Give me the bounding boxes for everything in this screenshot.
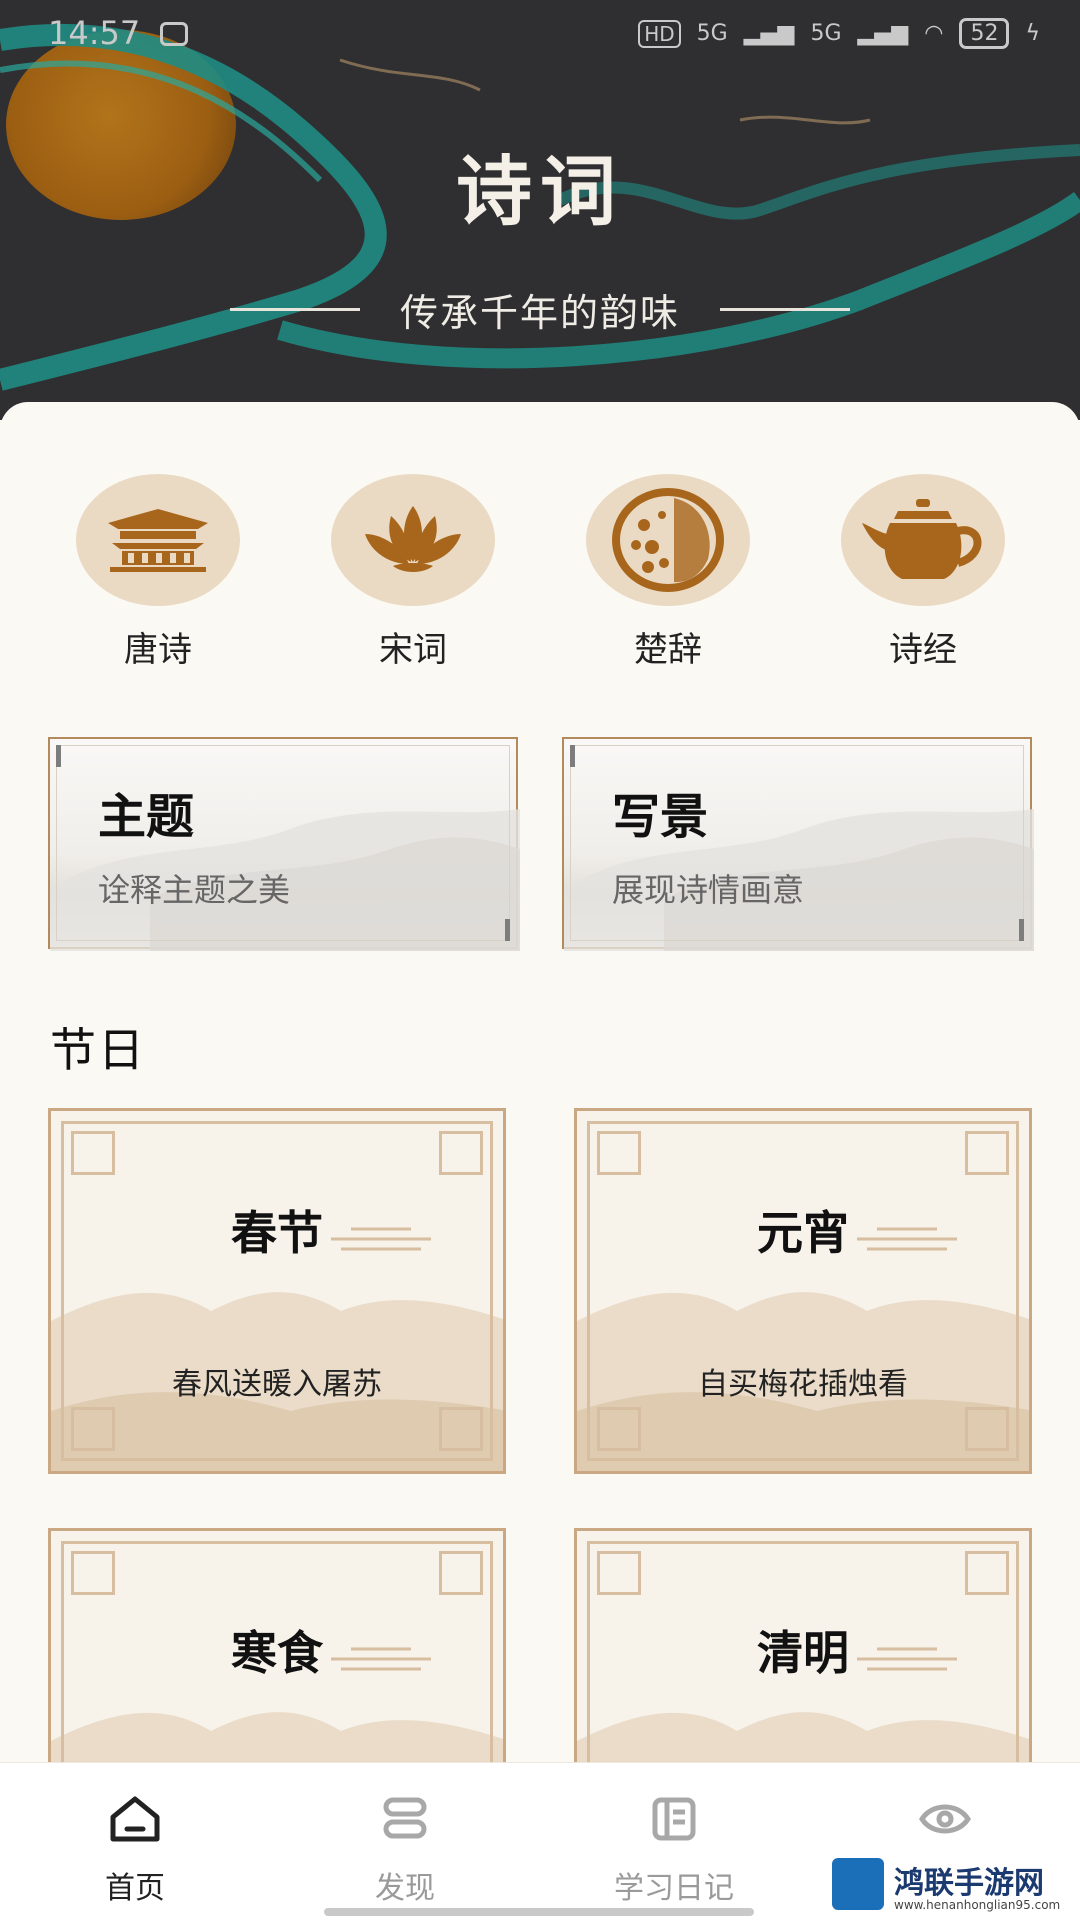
charging-icon: ϟ — [1025, 21, 1040, 46]
festival-card-yuanxiao[interactable]: 元宵 自买梅花插烛看 — [574, 1108, 1032, 1474]
category-songci[interactable]: 宋词 — [328, 474, 498, 671]
home-icon — [35, 1783, 235, 1855]
category-label: 唐诗 — [124, 630, 192, 670]
home-indicator[interactable] — [324, 1908, 754, 1916]
network-label-1: 5G — [696, 21, 728, 46]
page-title: 诗词 — [456, 147, 624, 236]
festival-verse: 春风送暖入屠苏 — [172, 1367, 382, 1402]
category-shijing[interactable]: 诗经 — [838, 474, 1008, 671]
feature-card-scenery[interactable]: 写景 展现诗情画意 — [562, 737, 1034, 951]
signal-icon: ▂▄▆ — [743, 21, 795, 46]
category-label: 诗经 — [889, 630, 957, 670]
festival-name: 春节 — [231, 1206, 323, 1260]
teapot-icon — [841, 474, 1005, 606]
watermark: 鸿联手游网 www.henanhonglian95.com — [832, 1858, 1072, 1918]
nav-label: 发现 — [375, 1871, 435, 1906]
divider-line — [229, 308, 360, 311]
category-tangshi[interactable]: 唐诗 — [73, 474, 243, 671]
mooncake-icon — [586, 474, 750, 606]
lotus-icon — [331, 474, 495, 606]
watermark-name: 鸿联手游网 — [894, 1866, 1044, 1901]
watermark-logo — [832, 1858, 884, 1910]
category-label: 楚辞 — [634, 630, 702, 670]
feature-card-theme[interactable]: 主题 诠释主题之美 — [48, 737, 520, 951]
sim-icon — [160, 22, 188, 46]
nav-eye[interactable] — [845, 1783, 1045, 1863]
nav-label: 学习日记 — [614, 1871, 734, 1906]
wifi-icon: ◠ — [924, 21, 944, 46]
divider-line — [720, 308, 850, 311]
section-title-festivals: 节日 — [50, 1023, 146, 1077]
discover-icon — [305, 1783, 505, 1855]
hd-icon: HD — [638, 19, 681, 48]
card-title: 主题 — [98, 789, 195, 845]
festival-name: 清明 — [757, 1626, 849, 1680]
category-chuci[interactable]: 楚辞 — [583, 474, 753, 671]
content-panel: 唐诗 宋词 楚辞 诗经 主题 诠释主题之美 写景 展现诗情画意 节日 春节 春风… — [0, 402, 1080, 1894]
battery-icon: 52 — [959, 18, 1010, 49]
nav-discover[interactable]: 发现 — [305, 1783, 505, 1907]
nav-home[interactable]: 首页 — [35, 1783, 235, 1907]
network-label-2: 5G — [810, 21, 842, 46]
nav-label: 首页 — [105, 1871, 165, 1906]
eye-icon — [845, 1783, 1045, 1855]
festival-name: 寒食 — [231, 1626, 323, 1680]
page-subtitle: 传承千年的韵味 — [399, 291, 680, 335]
palace-icon — [76, 474, 240, 606]
category-row: 唐诗 宋词 楚辞 诗经 — [0, 474, 1080, 674]
nav-diary[interactable]: 学习日记 — [574, 1783, 774, 1907]
diary-icon — [574, 1783, 774, 1855]
card-desc: 诠释主题之美 — [98, 871, 291, 909]
card-title: 写景 — [612, 789, 709, 845]
festival-name: 元宵 — [757, 1206, 849, 1260]
status-time: 14:57 — [48, 14, 141, 52]
festival-verse: 自买梅花插烛看 — [698, 1367, 908, 1402]
festival-card-chunjie[interactable]: 春节 春风送暖入屠苏 — [48, 1108, 506, 1474]
category-label: 宋词 — [379, 630, 447, 670]
header-banner: 14:57 HD 5G ▂▄▆ 5G ▂▄▆ ◠ 52 ϟ 诗词 传承千年的韵味 — [0, 0, 1080, 420]
watermark-url: www.henanhonglian95.com — [894, 1898, 1061, 1912]
subtitle-row: 传承千年的韵味 — [0, 282, 1080, 337]
status-bar: 14:57 HD 5G ▂▄▆ 5G ▂▄▆ ◠ 52 ϟ — [0, 0, 1080, 70]
card-desc: 展现诗情画意 — [612, 871, 805, 909]
signal-icon: ▂▄▆ — [857, 21, 909, 46]
